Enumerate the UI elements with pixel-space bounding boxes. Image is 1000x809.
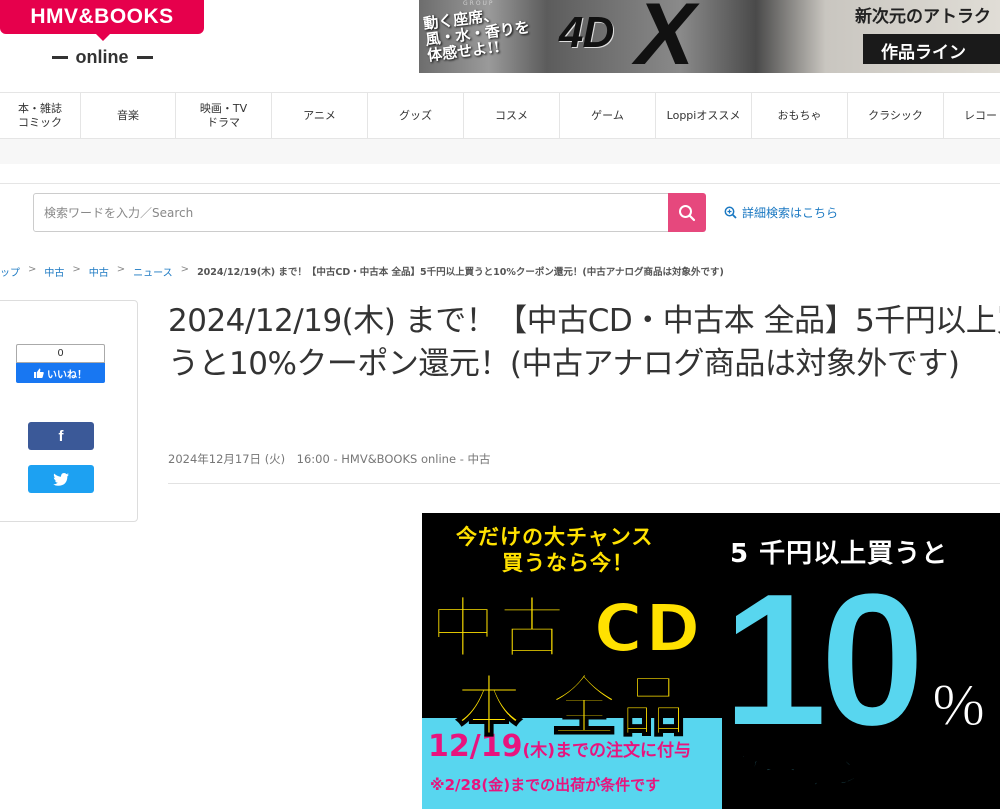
promo-coupon-text: クーポン還元 [725,749,944,794]
breadcrumb-used-2[interactable]: 中古 [89,264,109,279]
banner-lineup-label: 作品ライン [863,34,1000,64]
thumbs-up-icon [34,368,44,378]
search-icon [679,204,696,221]
site-logo[interactable]: HMV&BOOKS online [0,0,204,76]
advanced-search-link[interactable]: 詳細検索はこちら [724,204,838,221]
facebook-like-button[interactable]: いいね！ [16,363,105,383]
page-title: 2024/12/19(木) まで！【中古CD・中古本 全品】5千円以上買うと10… [168,303,1000,382]
promo-percent-number: 10 [721,554,926,766]
banner-x-text: X [626,0,707,73]
twitter-bird-icon [53,472,69,486]
nav-item-books[interactable]: 本・雑誌 コミック [0,93,81,139]
nav-item-toys[interactable]: おもちゃ [752,93,848,139]
logo-notch [96,34,110,41]
zoom-in-icon [724,206,737,219]
nav-item-records[interactable]: レコー [944,93,1000,139]
breadcrumb: ップ > 中古 > 中古 > ニュース > 2024/12/19(木) まで！【… [0,264,724,279]
article-meta: 2024年12月17日 (火) 16:00 - HMV&BOOKS online… [168,452,491,466]
search-button[interactable] [668,193,706,232]
logo-subtitle: online [0,44,204,70]
breadcrumb-news[interactable]: ニュース [133,264,173,279]
banner-4d-text: 4D [559,8,614,57]
promo-note: ※2/28(金)までの出荷が条件です [430,776,661,794]
nav-item-loppi[interactable]: Loppiオススメ [656,93,752,139]
search-input[interactable]: 検索ワードを入力／Search [33,193,669,232]
nav-spacer [0,139,1000,164]
breadcrumb-top[interactable]: ップ [0,264,20,279]
logo-wordmark: HMV&BOOKS [0,0,204,34]
nav-item-movies-tv[interactable]: 映画・TV ドラマ [176,93,272,139]
category-nav: 本・雑誌 コミック 音楽 映画・TV ドラマ アニメ グッズ コスメ ゲーム L… [0,92,1000,139]
nav-item-classic[interactable]: クラシック [848,93,944,139]
nav-item-game[interactable]: ゲーム [560,93,656,139]
divider [0,183,1000,184]
nav-item-anime[interactable]: アニメ [272,93,368,139]
promo-books-all-text: 本 全品 [455,667,689,746]
promo-percent-sign: % [930,671,986,741]
twitter-share-button[interactable] [28,465,94,493]
facebook-icon: f [58,427,64,445]
facebook-share-button[interactable]: f [28,422,94,450]
ad-banner-4dx[interactable]: GROUP 動く座席、 風・水・香りを 体感せよ!! 4D X 新次元のアトラク… [419,0,1000,73]
nav-item-goods[interactable]: グッズ [368,93,464,139]
promo-buy-now-text: 買うなら今！ [502,551,634,575]
promo-image: 今だけの大チャンス 買うなら今！ 中古 CD 本 全品 12/19(木)までの注… [422,513,1000,809]
breadcrumb-current: 2024/12/19(木) まで！【中古CD・中古本 全品】5千円以上買うと10… [197,267,724,278]
nav-item-music[interactable]: 音楽 [81,93,176,139]
nav-item-cosme[interactable]: コスメ [464,93,560,139]
breadcrumb-used[interactable]: 中古 [44,264,64,279]
article-divider [168,483,1000,484]
like-count: 0 [16,344,105,363]
banner-copy: 動く座席、 風・水・香りを 体感せよ!! [422,5,531,65]
banner-headline: 新次元のアトラク [855,7,991,27]
